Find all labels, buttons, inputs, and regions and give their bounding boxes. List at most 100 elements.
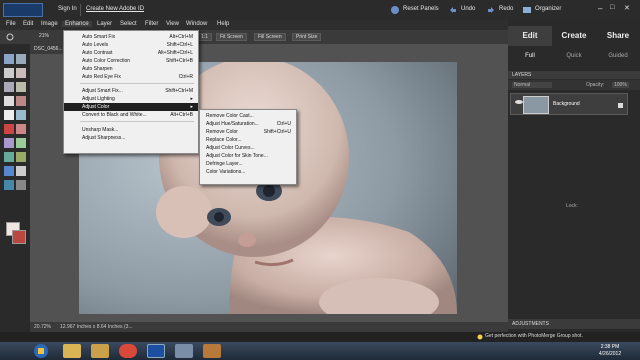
sponge-tool-icon[interactable] <box>16 180 26 190</box>
layer-name: Background <box>553 101 580 107</box>
menu-item-auto-red-eye-fix[interactable]: Auto Red Eye Fix Ctrl+R <box>64 73 198 81</box>
menu-item-adjust-color[interactable]: Adjust Color ▸ <box>64 103 198 111</box>
menu-help[interactable]: Help <box>217 21 229 27</box>
menu-item-auto-sharpen[interactable]: Auto Sharpen <box>64 65 198 73</box>
background-color-swatch[interactable] <box>12 230 26 244</box>
quick-selection-tool-icon[interactable] <box>16 96 26 106</box>
tab-edit[interactable]: Edit <box>508 26 552 46</box>
opacity-value[interactable]: 100% <box>612 82 629 88</box>
create-id-link[interactable]: Create New Adobe ID <box>86 6 144 12</box>
reset-panels-icon[interactable] <box>390 5 400 15</box>
menu-item-unsharp-mask[interactable]: Unsharp Mask... <box>64 126 198 134</box>
magic-wand-tool-icon[interactable] <box>4 96 14 106</box>
sign-in-link[interactable]: Sign In <box>58 6 77 12</box>
minimize-button[interactable]: – <box>598 4 602 13</box>
photoshop-elements-taskbar-icon[interactable] <box>147 344 165 358</box>
menu-filter[interactable]: Filter <box>145 21 158 27</box>
explorer-taskbar-icon[interactable] <box>63 344 81 358</box>
crop-tool-icon[interactable] <box>16 110 26 120</box>
menu-select[interactable]: Select <box>120 21 137 27</box>
gradient-tool-icon[interactable] <box>4 166 14 176</box>
zoom-tool-icon <box>6 33 14 41</box>
eyedropper-tool-icon[interactable] <box>16 68 26 78</box>
menu-item-adjust-hue-saturation[interactable]: Adjust Hue/Saturation... Ctrl+U <box>200 120 296 128</box>
fit-screen-button[interactable]: Fit Screen <box>216 33 247 41</box>
clone-stamp-tool-icon[interactable] <box>4 138 14 148</box>
brush-tool-icon[interactable] <box>4 152 14 162</box>
document-tab[interactable]: DSC_0456... <box>30 44 66 54</box>
clock-date: 4/26/2012 <box>598 351 622 357</box>
shape-tool-icon[interactable] <box>16 166 26 176</box>
start-button-icon[interactable] <box>33 343 49 359</box>
chrome-taskbar-icon[interactable] <box>119 344 137 358</box>
tab-share[interactable]: Share <box>596 26 640 46</box>
lasso-tool-icon[interactable] <box>16 82 26 92</box>
eye-icon[interactable] <box>515 98 523 106</box>
menu-item-adjust-sharpness[interactable]: Adjust Sharpness... <box>64 134 198 142</box>
zoom-tool-icon[interactable] <box>16 54 26 64</box>
menu-item-remove-color-cast[interactable]: Remove Color Cast... <box>200 112 296 120</box>
hand-tool-icon[interactable] <box>4 68 14 78</box>
app-taskbar-icon-2[interactable] <box>203 344 221 358</box>
menu-item-auto-color-correction[interactable]: Auto Color Correction Shift+Ctrl+B <box>64 57 198 65</box>
menu-window[interactable]: Window <box>186 21 207 27</box>
layer-item[interactable]: Background <box>510 93 628 115</box>
menu-file[interactable]: File <box>6 21 16 27</box>
actual-pixels-button[interactable]: 1:1 <box>197 33 212 41</box>
menu-enhance[interactable]: Enhance <box>62 21 92 27</box>
menu-item-remove-color[interactable]: Remove Color Shift+Ctrl+U <box>200 128 296 136</box>
healing-brush-tool-icon[interactable] <box>16 124 26 134</box>
organizer-button[interactable]: Organizer <box>535 6 561 12</box>
menu-edit[interactable]: Edit <box>23 21 33 27</box>
subtab-full[interactable]: Full <box>508 53 552 59</box>
red-eye-tool-icon[interactable] <box>4 124 14 134</box>
undo-button[interactable]: Undo <box>461 6 475 12</box>
menu-item-defringe-layer[interactable]: Defringe Layer... <box>200 160 296 168</box>
blur-tool-icon[interactable] <box>4 180 14 190</box>
organizer-icon[interactable] <box>522 5 532 15</box>
paint-bucket-tool-icon[interactable] <box>16 152 26 162</box>
menu-bar: File Edit Image Enhance Layer Select Fil… <box>0 20 508 30</box>
menu-image[interactable]: Image <box>41 21 58 27</box>
menu-item-adjust-lighting[interactable]: Adjust Lighting ▸ <box>64 95 198 103</box>
zoom-level[interactable]: 21% <box>36 33 52 41</box>
print-size-button[interactable]: Print Size <box>292 33 322 41</box>
adjustments-header[interactable]: ADJUSTMENTS <box>508 319 640 329</box>
redo-icon[interactable] <box>486 5 496 15</box>
menu-item-convert-black-white[interactable]: Convert to Black and White... Alt+Ctrl+B <box>64 111 198 119</box>
menu-item-color-variations[interactable]: Color Variations... <box>200 168 296 176</box>
subtab-guided[interactable]: Guided <box>596 53 640 59</box>
menu-item-adjust-smart-fix[interactable]: Adjust Smart Fix... Shift+Ctrl+M <box>64 87 198 95</box>
system-clock[interactable]: 2:38 PM 4/26/2012 <box>590 344 630 358</box>
lock-icon <box>618 103 623 108</box>
folder-taskbar-icon[interactable] <box>91 344 109 358</box>
enhance-menu: Auto Smart Fix Alt+Ctrl+M Auto Levels Shif… <box>63 30 199 154</box>
move-tool-icon[interactable] <box>4 54 14 64</box>
menu-item-adjust-skin-tone[interactable]: Adjust Color for Skin Tone... <box>200 152 296 160</box>
blend-mode-select[interactable]: Normal <box>512 82 552 88</box>
app-taskbar-icon[interactable] <box>175 344 193 358</box>
fill-screen-button[interactable]: Fill Screen <box>254 33 286 41</box>
marquee-tool-icon[interactable] <box>4 82 14 92</box>
menu-item-adjust-color-curves[interactable]: Adjust Color Curves... <box>200 144 296 152</box>
tools-panel <box>0 44 30 332</box>
menu-divider <box>80 83 194 84</box>
panel-tabs: Edit Create Share Full Quick Guided <box>508 20 640 63</box>
redo-button[interactable]: Redo <box>499 6 513 12</box>
undo-icon[interactable] <box>448 5 458 15</box>
menu-item-auto-smart-fix[interactable]: Auto Smart Fix Alt+Ctrl+M <box>64 33 198 41</box>
subtab-quick[interactable]: Quick <box>552 53 596 59</box>
clock-time: 2:38 PM <box>600 344 620 350</box>
tab-create[interactable]: Create <box>552 26 596 46</box>
menu-view[interactable]: View <box>166 21 179 27</box>
tip-text[interactable]: Get perfection with PhotoMerge Group sho… <box>485 333 583 339</box>
eraser-tool-icon[interactable] <box>16 138 26 148</box>
reset-panels-button[interactable]: Reset Panels <box>403 6 439 12</box>
close-button[interactable]: ✕ <box>624 4 630 12</box>
menu-item-auto-levels[interactable]: Auto Levels Shift+Ctrl+L <box>64 41 198 49</box>
menu-item-replace-color[interactable]: Replace Color... <box>200 136 296 144</box>
type-tool-icon[interactable] <box>4 110 14 120</box>
menu-layer[interactable]: Layer <box>97 21 112 27</box>
maximize-button[interactable]: □ <box>610 4 614 11</box>
menu-item-auto-contrast[interactable]: Auto Contrast Alt+Shift+Ctrl+L <box>64 49 198 57</box>
